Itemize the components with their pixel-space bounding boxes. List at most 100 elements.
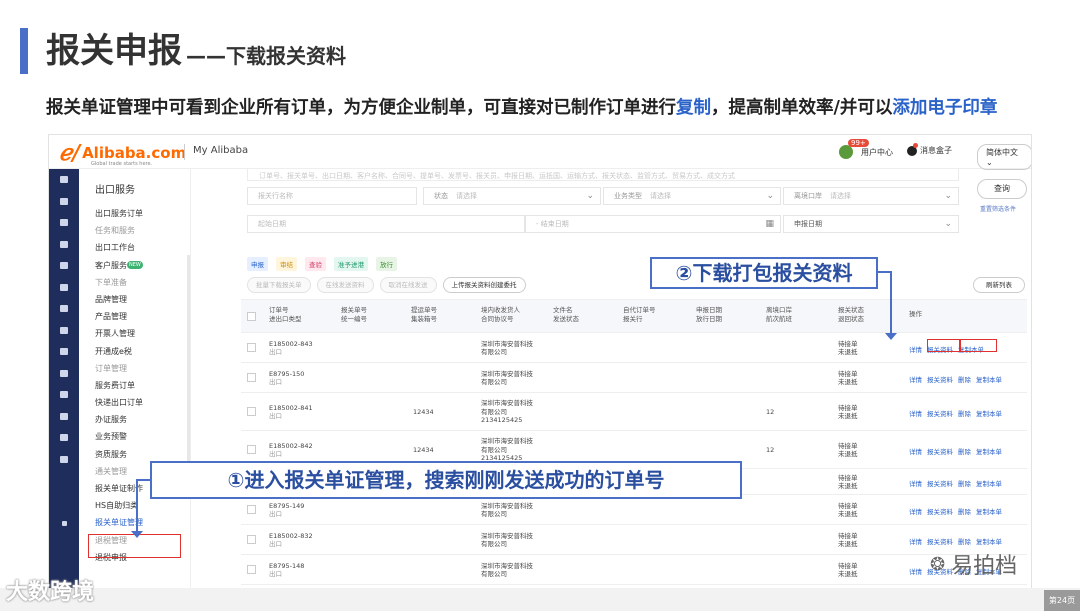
row-checkbox[interactable] <box>247 407 256 416</box>
upload-button[interactable]: 上传报关资料创建委托 <box>442 277 526 293</box>
cell-order[interactable]: E185002-841 出口 <box>269 404 313 421</box>
delete-link[interactable]: 删除 <box>958 478 971 488</box>
batch-download-button[interactable]: 批量下载报关单 <box>247 277 311 293</box>
sidebar-item[interactable]: 快递出口订单 <box>79 394 190 411</box>
download-materials-link[interactable]: 报关资料 <box>927 536 953 546</box>
row-checkbox[interactable] <box>247 565 256 574</box>
reset-filters-link[interactable]: 重置筛选条件 <box>980 204 1016 213</box>
status-tag[interactable]: 准予进港 <box>334 257 368 271</box>
sidebar-item[interactable]: HS自助归类 <box>79 497 190 514</box>
row-checkbox[interactable] <box>247 535 256 544</box>
details-link[interactable]: 详情 <box>909 408 922 418</box>
status-tag[interactable]: 查验 <box>305 257 326 271</box>
details-link[interactable]: 详情 <box>909 446 922 456</box>
sidebar-item[interactable]: 出口服务订单 <box>79 205 190 222</box>
delete-link[interactable]: 删除 <box>958 536 971 546</box>
download-materials-link[interactable]: 报关资料 <box>927 408 953 418</box>
details-link[interactable]: 详情 <box>909 566 922 576</box>
end-date-input[interactable]: - 结束日期 ▦ <box>525 215 781 233</box>
port-select[interactable]: 离境口岸 请选择 ⌄ <box>783 187 959 205</box>
message-rail-icon[interactable] <box>49 277 79 299</box>
sidebar-item[interactable]: 产品管理 <box>79 308 190 325</box>
table-row[interactable]: E8795-150 出口 深圳市海安普科技 有限公司 待接单 未退抵 详情 报关资料 删除复… <box>241 363 1027 393</box>
cell-order[interactable]: E8795-150 出口 <box>269 370 304 387</box>
row-checkbox[interactable] <box>247 445 256 454</box>
document-icon[interactable] <box>49 384 79 406</box>
details-link[interactable]: 详情 <box>909 506 922 516</box>
copy-order-link[interactable]: 复制本单 <box>976 478 1002 488</box>
download-materials-link[interactable]: 报关资料 <box>927 478 953 488</box>
sidebar-item[interactable]: 出口工作台 <box>79 239 190 256</box>
row-checkbox[interactable] <box>247 343 256 352</box>
sidebar-item[interactable]: 开通成e税 <box>79 343 190 360</box>
delete-link[interactable]: 删除 <box>958 408 971 418</box>
shop-icon[interactable] <box>49 191 79 213</box>
download-materials-link[interactable]: 报关资料 <box>927 506 953 516</box>
cell-order[interactable]: E8795-148 出口 <box>269 562 304 579</box>
start-date-input[interactable]: 起始日期 <box>247 215 525 233</box>
sidebar-scrollbar[interactable] <box>187 255 190 485</box>
language-select[interactable]: 简体中文 ⌄ <box>977 144 1031 170</box>
store-icon[interactable] <box>49 255 79 277</box>
copy-order-link[interactable]: 复制本单 <box>976 446 1002 456</box>
copy-order-link[interactable]: 复制本单 <box>976 506 1002 516</box>
sidebar-item[interactable]: 开票人管理 <box>79 325 190 342</box>
delete-link[interactable]: 删除 <box>958 506 971 516</box>
status-tag[interactable]: 审结 <box>276 257 297 271</box>
users-icon[interactable] <box>49 341 79 363</box>
copy-order-link[interactable]: 复制本单 <box>976 374 1002 384</box>
table-row[interactable]: E185002-843 出口 深圳市海安普科技 有限公司 待接单 未退抵 详情 报关资料复… <box>241 333 1027 363</box>
row-checkbox[interactable] <box>247 505 256 514</box>
online-send-button[interactable]: 在线发送资料 <box>316 277 374 293</box>
message-box-link[interactable]: 消息盒子 <box>907 142 952 156</box>
home-icon[interactable] <box>49 169 79 191</box>
refresh-button[interactable]: 刷新列表 <box>973 277 1025 293</box>
location-icon[interactable] <box>49 320 79 342</box>
shield-icon[interactable] <box>49 212 79 234</box>
copy-order-link[interactable]: 复制本单 <box>976 536 1002 546</box>
copy-order-link[interactable]: 复制本单 <box>976 408 1002 418</box>
declarant-input[interactable]: 报关行名称 <box>247 187 417 205</box>
alibaba-logo[interactable]: ℯ∕ Alibaba.com Global trade starts here. <box>59 140 186 167</box>
sidebar-item[interactable]: 服务费订单 <box>79 377 190 394</box>
status-tag[interactable]: 申报 <box>247 257 268 271</box>
sidebar-item[interactable]: 客户服务 NEW <box>79 257 190 274</box>
status-tag[interactable]: 放行 <box>376 257 397 271</box>
cancel-send-button[interactable]: 取消在线发送 <box>379 277 437 293</box>
sidebar-item[interactable]: 办证服务 <box>79 411 190 428</box>
globe-icon[interactable] <box>49 406 79 428</box>
details-link[interactable]: 详情 <box>909 374 922 384</box>
sidebar-item[interactable]: 报关单证管理 <box>79 514 190 531</box>
query-button[interactable]: 查询 <box>977 179 1027 199</box>
table-row[interactable]: E185002-832 出口 深圳市海安普科技 有限公司 待接单 未退抵 详情 报关资料删… <box>241 525 1027 555</box>
details-link[interactable]: 详情 <box>909 478 922 488</box>
download-materials-link[interactable]: 报关资料 <box>927 446 953 456</box>
delete-link[interactable]: 删除 <box>958 446 971 456</box>
cell-order[interactable]: E185002-842 出口 <box>269 442 313 459</box>
my-alibaba-link[interactable]: My Alibaba <box>193 145 248 156</box>
sidebar-item[interactable]: 业务预警 <box>79 428 190 445</box>
date-type-select[interactable]: 申报日期 ⌄ <box>783 215 959 233</box>
business-type-select[interactable]: 业务类型 请选择 ⌄ <box>603 187 781 205</box>
ship-icon[interactable] <box>49 427 79 449</box>
transfer-icon[interactable] <box>49 363 79 385</box>
details-link[interactable]: 详情 <box>909 536 922 546</box>
select-all-checkbox[interactable] <box>247 312 256 321</box>
status-select[interactable]: 状态 请选择 ⌄ <box>423 187 601 205</box>
user-center-link[interactable]: 99+ 用户中心 <box>839 139 893 159</box>
cell-order[interactable]: E8795-149 出口 <box>269 502 304 519</box>
apps-icon[interactable] <box>49 234 79 256</box>
table-row[interactable]: E185002-841 出口 12434 深圳市海安普科技 有限公司 21341254… <box>241 393 1027 431</box>
cell-order[interactable]: E185002-843 出口 <box>269 340 313 357</box>
download-materials-link[interactable]: 报关资料 <box>927 374 953 384</box>
collapse-icon[interactable] <box>49 513 79 535</box>
row-checkbox[interactable] <box>247 373 256 382</box>
sidebar-item[interactable]: 品牌管理 <box>79 291 190 308</box>
chart-icon[interactable] <box>49 298 79 320</box>
details-link[interactable]: 详情 <box>909 344 922 354</box>
cell-order[interactable]: E185002-832 出口 <box>269 532 313 549</box>
delete-link[interactable]: 删除 <box>958 374 971 384</box>
bank-icon[interactable] <box>49 449 79 471</box>
table-row[interactable]: E8795-149 出口 深圳市海安普科技 有限公司 待接单 未退抵 详情 报关资料 删除复… <box>241 495 1027 525</box>
table-row[interactable]: E8795-148 出口 深圳市海安普科技 有限公司 待接单 未退抵 详情 报关资料 删除复… <box>241 555 1027 585</box>
